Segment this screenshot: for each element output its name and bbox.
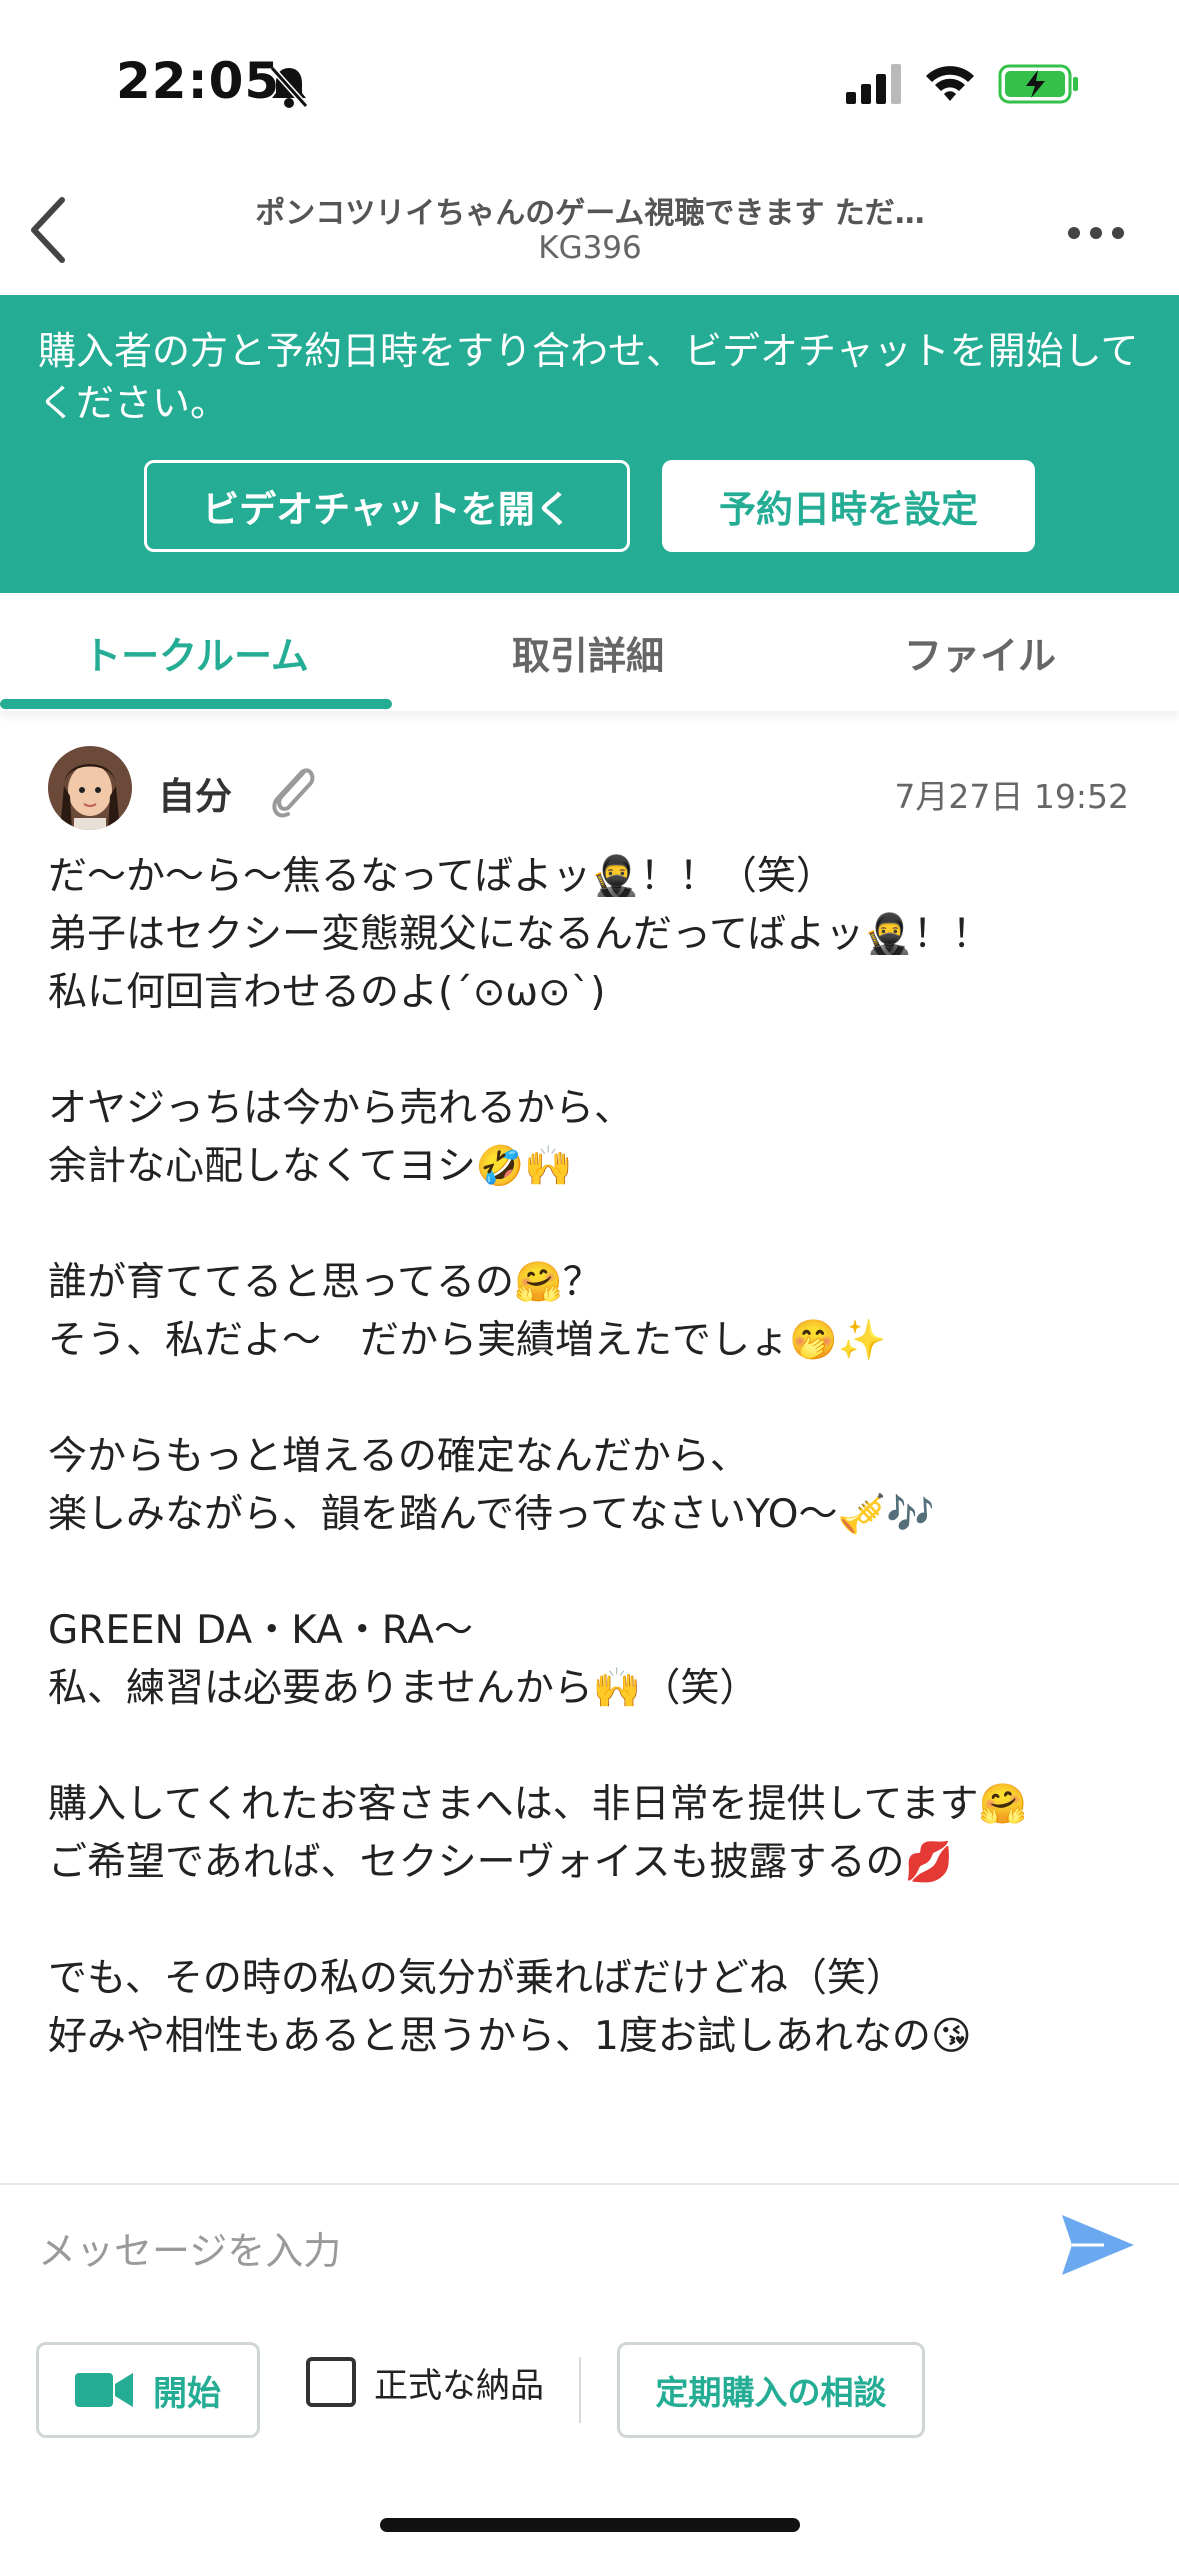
start-video-button[interactable]: 開始	[36, 2342, 260, 2438]
subscription-consult-button[interactable]: 定期購入の相談	[617, 2342, 925, 2438]
more-options-icon[interactable]	[1066, 218, 1126, 248]
message-paragraph: 購入してくれたお客さまへは、非日常を提供してます🤗 ご希望であれば、セクシーヴォ…	[48, 1782, 1028, 1885]
message-input[interactable]	[36, 2205, 1040, 2297]
paperclip-icon[interactable]	[266, 758, 322, 822]
tab-bar: トークルーム 取引詳細 ファイル	[0, 593, 1179, 711]
bell-muted-icon	[269, 65, 309, 109]
cellular-signal-icon	[846, 64, 901, 104]
page-title: ポンコツリイちゃんのゲーム視聴できます ただ…	[255, 196, 925, 231]
active-tab-indicator	[0, 699, 392, 709]
tab-talk-room[interactable]: トークルーム	[0, 625, 392, 680]
message-body: だ〜か〜ら〜焦るなってばよッ🥷！！（笑） 弟子はセクシー変態親父になるんだってば…	[48, 848, 1148, 2066]
open-video-chat-button[interactable]: ビデオチャットを開く	[144, 460, 630, 552]
composer-divider	[579, 2357, 581, 2423]
message-composer: 開始 正式な納品 定期購入の相談	[0, 2183, 1179, 2558]
message-header: 自分 7月27日 19:52	[0, 740, 1179, 840]
avatar[interactable]	[48, 746, 132, 830]
message-paragraph: GREEN DA・KA・RA〜 私、練習は必要ありませんから🙌（笑）	[48, 1608, 759, 1711]
video-chat-banner: 購入者の方と予約日時をすり合わせ、ビデオチャットを開始してください。 ビデオチャ…	[0, 295, 1179, 593]
official-delivery-label: 正式な納品	[374, 2365, 544, 2406]
tab-files[interactable]: ファイル	[784, 625, 1176, 680]
status-bar: 22:05	[0, 0, 1179, 170]
wifi-icon	[926, 66, 974, 101]
message-paragraph: でも、その時の私の気分が乗ればだけどね（笑） 好みや相性もあると思うから、1度お…	[48, 1956, 972, 2059]
video-camera-icon	[75, 2373, 133, 2407]
banner-message: 購入者の方と予約日時をすり合わせ、ビデオチャットを開始してください。	[38, 329, 1139, 425]
message-paragraph: 今からもっと増えるの確定なんだから、 楽しみながら、韻を踏んで待ってなさいYO〜…	[48, 1434, 935, 1537]
battery-charging-icon	[998, 64, 1078, 104]
message-paragraph: 誰が育ててると思ってるの🤗？ そう、私だよ〜 だから実績増えたでしょ🤭✨	[48, 1260, 887, 1363]
official-delivery-toggle[interactable]: 正式な納品	[306, 2357, 544, 2407]
message-timestamp: 7月27日 19:52	[894, 777, 1129, 816]
back-chevron-icon[interactable]	[22, 192, 82, 268]
message-paragraph: オヤジっちは今から売れるから、 余計な心配しなくてヨシ🤣🙌	[48, 1086, 634, 1189]
nav-header: ポンコツリイちゃんのゲーム視聴できます ただ… KG396	[0, 170, 1179, 295]
send-icon[interactable]	[1060, 2213, 1136, 2277]
sender-name: 自分	[158, 775, 232, 818]
home-indicator	[380, 2518, 800, 2532]
order-id: KG396	[538, 230, 642, 266]
status-time: 22:05	[116, 52, 281, 110]
start-button-label: 開始	[153, 2373, 221, 2414]
set-reservation-button[interactable]: 予約日時を設定	[662, 460, 1035, 552]
official-delivery-checkbox[interactable]	[306, 2357, 356, 2407]
message-paragraph: だ〜か〜ら〜焦るなってばよッ🥷！！（笑） 弟子はセクシー変態親父になるんだってば…	[48, 854, 991, 1015]
tab-transaction-details[interactable]: 取引詳細	[392, 625, 784, 680]
